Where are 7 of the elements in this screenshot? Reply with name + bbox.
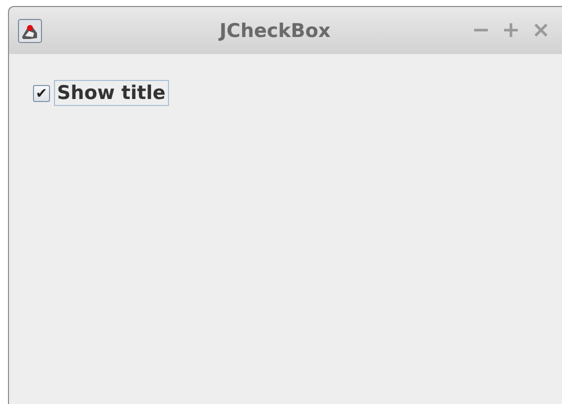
- maximize-button[interactable]: +: [498, 18, 524, 43]
- window-title: JCheckBox: [218, 20, 332, 42]
- app-icon: [18, 18, 42, 42]
- checkbox-label[interactable]: Show title: [54, 80, 169, 106]
- close-button[interactable]: ×: [528, 18, 554, 43]
- minimize-button[interactable]: −: [468, 18, 494, 43]
- checkbox[interactable]: ✔: [33, 84, 50, 102]
